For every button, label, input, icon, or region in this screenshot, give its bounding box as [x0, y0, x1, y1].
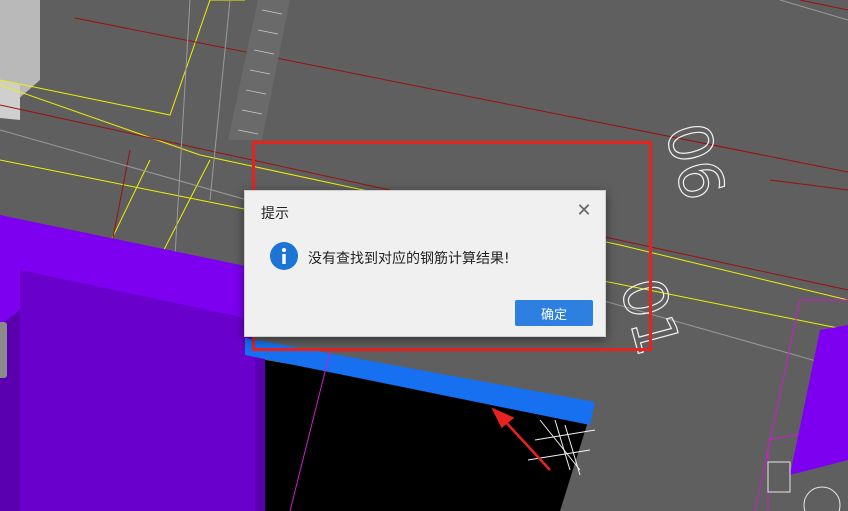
side-panel-handle[interactable] [0, 322, 7, 378]
close-icon[interactable]: ✕ [573, 200, 595, 222]
dialog-title: 提示 [261, 206, 289, 222]
dialog-message: 没有查找到对应的钢筋计算结果! [308, 251, 510, 267]
ok-button[interactable]: 确定 [515, 300, 593, 326]
info-dialog: 提示 ✕ 没有查找到对应的钢筋计算结果! 确定 [244, 190, 606, 337]
info-icon [270, 242, 298, 270]
